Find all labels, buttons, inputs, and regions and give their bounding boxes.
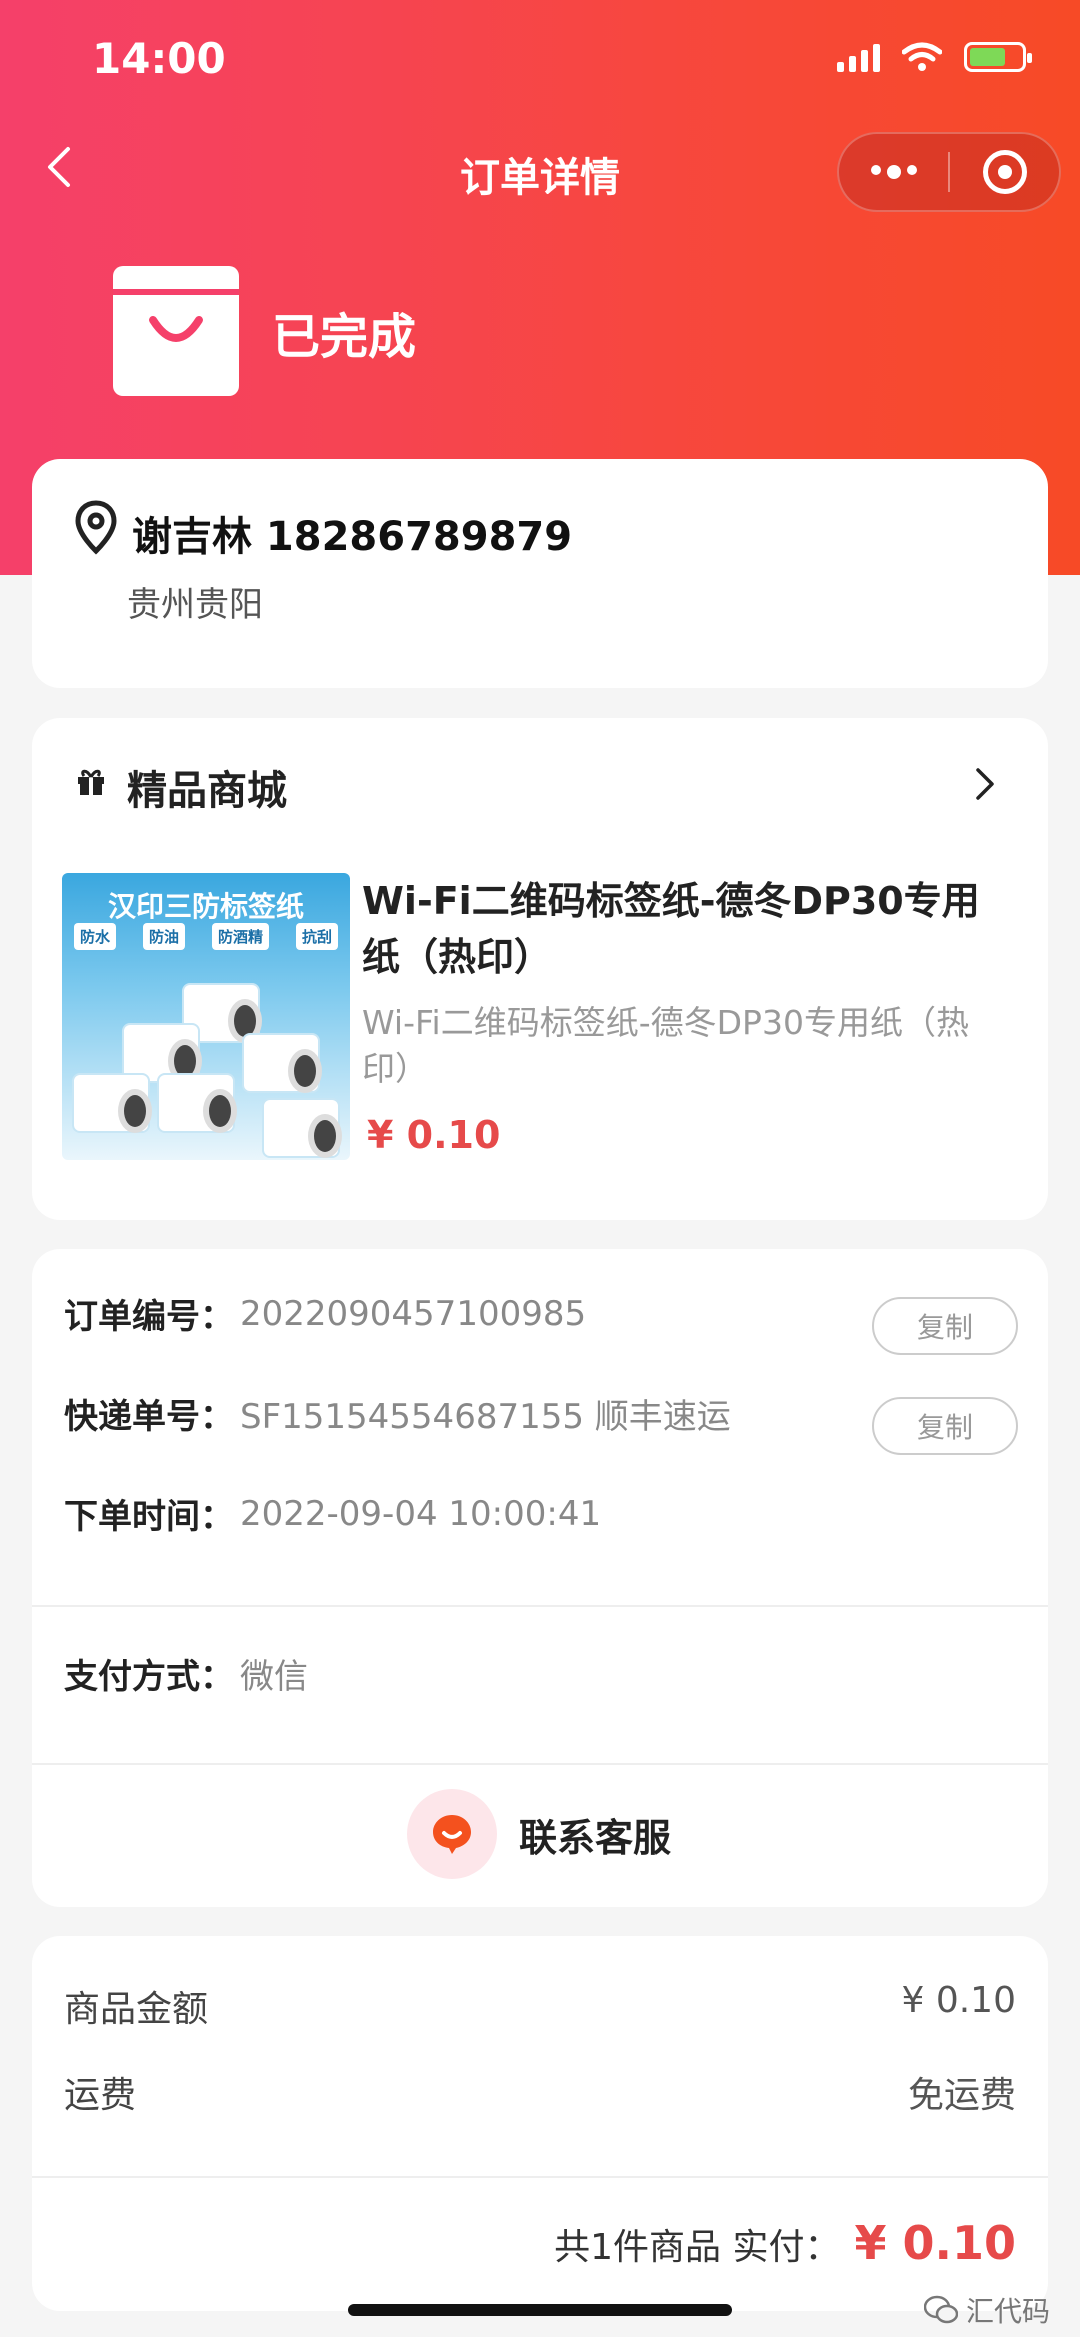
goods-amount-label: 商品金额 bbox=[64, 1989, 209, 2030]
product-card: 精品商城 汉印三防标签纸 防水 防油 防酒精 抗刮 Wi-Fi二维码标签纸-德冬… bbox=[32, 718, 1048, 1220]
order-number-label: 订单编号： bbox=[64, 1297, 234, 1337]
status-time: 14:00 bbox=[92, 34, 226, 83]
wifi-icon bbox=[902, 42, 942, 71]
copy-order-number-button[interactable]: 复制 bbox=[872, 1297, 1018, 1355]
divider bbox=[32, 2176, 1048, 2178]
shipping-fee-row: 运费 免运费 bbox=[64, 2066, 1016, 2118]
order-number-value: 2022090457100985 bbox=[240, 1293, 587, 1334]
product-image-tag: 防酒精 bbox=[211, 923, 269, 950]
more-icon bbox=[870, 165, 917, 179]
miniprogram-capsule bbox=[837, 132, 1061, 212]
order-time-value: 2022-09-04 10:00:41 bbox=[240, 1493, 602, 1534]
recipient-address: 贵州贵阳 bbox=[127, 585, 263, 625]
more-button[interactable] bbox=[839, 134, 948, 210]
tracking-number-label: 快递单号： bbox=[64, 1397, 234, 1437]
wechat-icon bbox=[923, 2295, 958, 2324]
order-time-label: 下单时间： bbox=[64, 1497, 234, 1537]
customer-service-icon bbox=[407, 1789, 497, 1879]
recipient-name-phone: 谢吉林 18286789879 bbox=[132, 514, 573, 560]
total-label: 共1件商品 实付： bbox=[554, 2227, 841, 2268]
target-icon bbox=[982, 150, 1027, 194]
product-image-tag: 防水 bbox=[74, 923, 117, 950]
location-pin-icon bbox=[75, 500, 117, 555]
goods-amount-value: ¥ 0.10 bbox=[901, 1980, 1016, 2021]
shipping-fee-label: 运费 bbox=[64, 2075, 137, 2116]
payment-method-label: 支付方式： bbox=[64, 1657, 234, 1697]
copy-tracking-number-button[interactable]: 复制 bbox=[872, 1397, 1018, 1455]
label-roll-illustration bbox=[72, 1073, 152, 1133]
address-card: 谢吉林 18286789879 贵州贵阳 bbox=[32, 459, 1048, 688]
total-row: 共1件商品 实付： ¥ 0.10 bbox=[554, 2216, 1016, 2270]
label-roll-illustration bbox=[157, 1073, 237, 1133]
total-amount: ¥ 0.10 bbox=[854, 2216, 1016, 2270]
home-indicator[interactable] bbox=[348, 2304, 732, 2316]
tracking-number-value: SF15154554687155 顺丰速运 bbox=[240, 1397, 731, 1437]
divider bbox=[32, 1763, 1048, 1765]
shopping-bag-icon bbox=[113, 266, 239, 396]
price-summary-card: 商品金额 ¥ 0.10 运费 免运费 共1件商品 实付： ¥ 0.10 bbox=[32, 1936, 1048, 2311]
cellular-signal-icon bbox=[837, 42, 880, 72]
battery-icon bbox=[964, 42, 1032, 72]
goods-amount-row: 商品金额 ¥ 0.10 bbox=[64, 1980, 1016, 2032]
gift-icon bbox=[78, 769, 104, 795]
product-price: ¥ 0.10 bbox=[367, 1113, 501, 1157]
product-image-tags: 防水 防油 防酒精 抗刮 bbox=[74, 923, 338, 950]
order-time-row: 下单时间： 2022-09-04 10:00:41 bbox=[64, 1489, 601, 1538]
payment-method-value: 微信 bbox=[240, 1657, 308, 1697]
watermark-text: 汇代码 bbox=[965, 2295, 1050, 2328]
label-roll-illustration bbox=[242, 1033, 322, 1093]
contact-service-button[interactable]: 联系客服 bbox=[407, 1789, 671, 1879]
product-image-title: 汉印三防标签纸 bbox=[107, 890, 304, 923]
tracking-number-row: 快递单号： SF15154554687155 顺丰速运 bbox=[64, 1389, 731, 1438]
watermark: 汇代码 bbox=[923, 2290, 1050, 2330]
close-miniprogram-button[interactable] bbox=[950, 134, 1059, 210]
product-subtitle: Wi-Fi二维码标签纸-德冬DP30专用纸（热印） bbox=[362, 1003, 969, 1088]
shop-name[interactable]: 精品商城 bbox=[127, 758, 287, 816]
divider bbox=[32, 1605, 1048, 1607]
order-number-row: 订单编号： 2022090457100985 bbox=[64, 1289, 586, 1338]
product-image-tag: 抗刮 bbox=[295, 923, 338, 950]
product-image-tag: 防油 bbox=[142, 923, 185, 950]
contact-service-label: 联系客服 bbox=[519, 1815, 672, 1860]
order-info-card: 订单编号： 2022090457100985 复制 快递单号： SF151545… bbox=[32, 1249, 1048, 1907]
chevron-right-icon[interactable] bbox=[974, 766, 996, 802]
status-icons bbox=[837, 42, 1032, 72]
order-status: 已完成 bbox=[272, 309, 417, 365]
product-image[interactable]: 汉印三防标签纸 防水 防油 防酒精 抗刮 bbox=[62, 873, 350, 1160]
product-title[interactable]: Wi-Fi二维码标签纸-德冬DP30专用纸（热印） bbox=[362, 873, 1017, 985]
payment-method-row: 支付方式： 微信 bbox=[64, 1649, 308, 1698]
label-roll-illustration bbox=[262, 1098, 342, 1158]
shipping-fee-value: 免运费 bbox=[907, 2075, 1016, 2116]
